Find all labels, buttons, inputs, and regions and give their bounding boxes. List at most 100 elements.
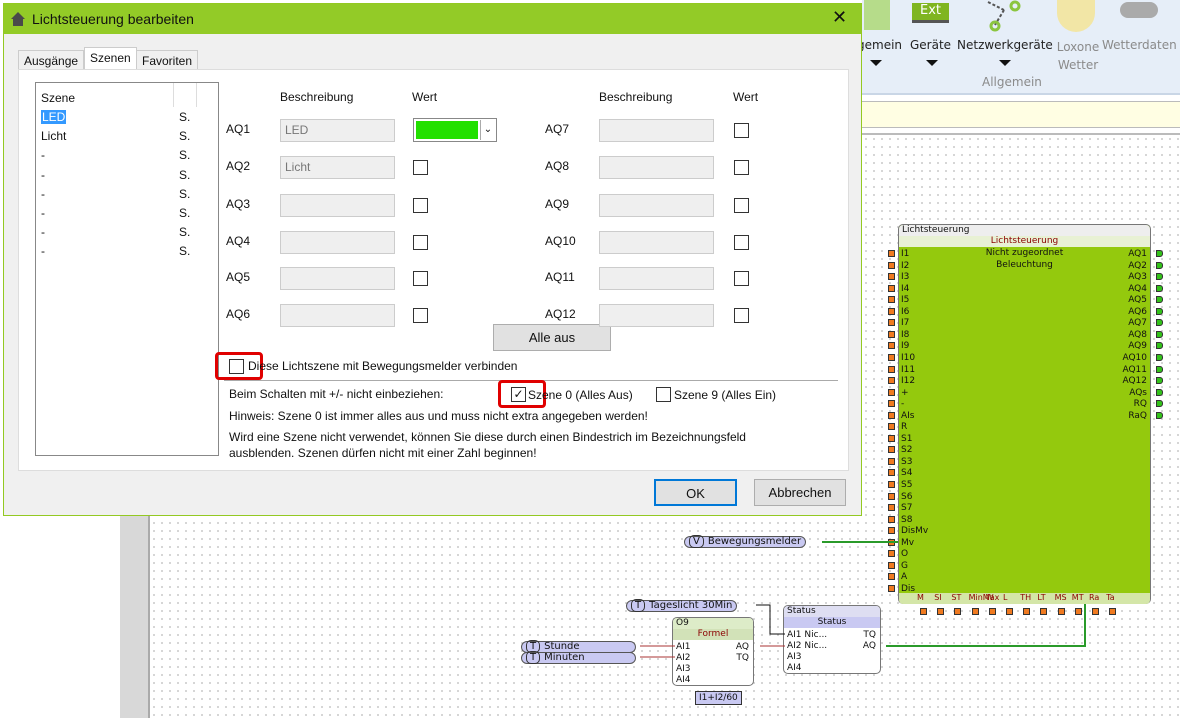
description-input[interactable]: Licht — [280, 156, 395, 179]
input-pin[interactable] — [888, 377, 895, 385]
lichtsteuerung-block[interactable]: Lichtsteuerung Lichtsteuerung Nicht zuge… — [888, 224, 1163, 615]
output-pin[interactable] — [1156, 284, 1163, 292]
all-off-button[interactable]: Alle aus — [493, 324, 611, 351]
chevron-down-icon[interactable] — [999, 60, 1011, 66]
input-pin[interactable] — [888, 561, 895, 569]
input-pin[interactable] — [888, 342, 895, 350]
value-checkbox[interactable] — [413, 235, 428, 250]
input-pin[interactable] — [888, 492, 895, 500]
scene9-checkbox[interactable] — [656, 387, 671, 402]
ribbon-geraete[interactable]: Geräte — [910, 38, 951, 52]
scene-list-item[interactable]: - — [41, 225, 45, 239]
input-pin[interactable] — [888, 273, 895, 281]
value-checkbox[interactable] — [734, 271, 749, 286]
input-pin[interactable] — [888, 388, 895, 396]
description-input[interactable] — [599, 304, 714, 327]
value-checkbox[interactable] — [734, 160, 749, 175]
scene-list-item[interactable]: LED — [41, 110, 67, 124]
input-pin[interactable] — [888, 434, 895, 442]
description-input[interactable] — [599, 119, 714, 142]
cancel-button[interactable]: Abbrechen — [754, 479, 846, 506]
input-pin[interactable] — [888, 400, 895, 408]
param-pin[interactable] — [1109, 608, 1117, 615]
input-pin[interactable] — [888, 330, 895, 338]
output-pin[interactable] — [1156, 353, 1163, 361]
motion-sensor-input[interactable]: V Bewegungsmelder — [684, 535, 807, 548]
value-checkbox[interactable] — [734, 308, 749, 323]
formula-expression[interactable]: I1+I2/60 — [695, 691, 742, 705]
description-input[interactable] — [599, 267, 714, 290]
input-pin[interactable] — [888, 319, 895, 327]
input-pin[interactable] — [888, 550, 895, 558]
description-input[interactable] — [280, 194, 395, 217]
scene-list-item[interactable]: - — [41, 148, 45, 162]
input-pin[interactable] — [888, 481, 895, 488]
value-checkbox[interactable] — [734, 198, 749, 213]
description-input[interactable] — [280, 231, 395, 254]
tab-szenen[interactable]: Szenen — [84, 47, 137, 71]
description-input[interactable] — [599, 194, 714, 217]
input-pin[interactable] — [888, 457, 895, 465]
input-pin[interactable] — [888, 504, 895, 512]
output-pin[interactable] — [1156, 273, 1163, 281]
scene-list-item[interactable]: - — [41, 206, 45, 220]
ribbon-allgemein[interactable]: gemein — [857, 38, 902, 52]
input-pin[interactable] — [888, 573, 895, 581]
output-pin[interactable] — [1156, 250, 1163, 257]
ok-button[interactable]: OK — [654, 479, 737, 506]
input-pin[interactable] — [888, 411, 895, 419]
output-pin[interactable] — [1156, 330, 1163, 338]
input-pin[interactable] — [888, 469, 895, 477]
output-pin[interactable] — [1156, 411, 1163, 419]
output-pin[interactable] — [1156, 377, 1163, 385]
tab-favoriten[interactable]: Favoriten — [136, 50, 199, 70]
tab-ausgaenge[interactable]: Ausgänge — [18, 50, 85, 70]
value-checkbox[interactable] — [413, 308, 428, 323]
scene-list[interactable]: Szene LED S. Licht S. - S. - S. - S. - S. - S. - S. — [35, 82, 219, 456]
scene-list-item[interactable]: - — [41, 244, 45, 258]
chevron-down-icon[interactable] — [926, 60, 938, 66]
output-pin[interactable] — [1156, 400, 1163, 408]
input-pin[interactable] — [888, 584, 895, 592]
chevron-down-icon[interactable]: ⌄ — [480, 120, 495, 140]
value-checkbox[interactable] — [413, 271, 428, 286]
output-pin[interactable] — [1156, 388, 1163, 396]
input-pin[interactable] — [888, 250, 895, 257]
input-pin[interactable] — [888, 296, 895, 304]
value-checkbox[interactable] — [734, 235, 749, 250]
value-checkbox[interactable] — [413, 160, 428, 175]
close-icon[interactable]: ✕ — [832, 7, 847, 28]
output-pin[interactable] — [1156, 365, 1163, 373]
scene-list-item[interactable]: - — [41, 168, 45, 182]
ribbon-netzwerkgeraete[interactable]: Netzwerkgeräte — [957, 38, 1053, 52]
color-dropdown[interactable]: ⌄ — [413, 118, 497, 142]
description-input[interactable] — [599, 156, 714, 179]
input-pin[interactable] — [888, 423, 895, 431]
input-pin[interactable] — [888, 261, 895, 269]
description-input[interactable] — [599, 231, 714, 254]
scene0-checkbox[interactable]: ✓ — [511, 387, 526, 402]
description-input[interactable]: LED — [280, 119, 395, 142]
input-pin[interactable] — [888, 515, 895, 523]
input-pin[interactable] — [888, 353, 895, 361]
output-pin[interactable] — [1156, 319, 1163, 327]
chevron-down-icon[interactable] — [870, 60, 882, 66]
scene-list-item[interactable]: - — [41, 187, 45, 201]
minutes-input[interactable]: T Minuten — [521, 651, 636, 664]
input-pin[interactable] — [888, 446, 895, 454]
value-checkbox[interactable] — [413, 198, 428, 213]
value-checkbox[interactable] — [734, 123, 749, 138]
input-pin[interactable] — [888, 307, 895, 315]
input-pin[interactable] — [888, 284, 895, 292]
ribbon-loxone-wetter[interactable]: Loxone Wetter — [1055, 38, 1101, 74]
motion-checkbox[interactable] — [229, 359, 244, 374]
input-pin[interactable] — [888, 365, 895, 373]
description-input[interactable] — [280, 267, 395, 290]
input-pin[interactable] — [888, 527, 895, 535]
output-pin[interactable] — [1156, 296, 1163, 304]
output-pin[interactable] — [1156, 261, 1163, 269]
ribbon-wetterdaten[interactable]: Wetterdaten — [1102, 38, 1177, 52]
output-pin[interactable] — [1156, 307, 1163, 315]
scene-list-item[interactable]: Licht — [41, 129, 66, 143]
description-input[interactable] — [280, 304, 395, 327]
